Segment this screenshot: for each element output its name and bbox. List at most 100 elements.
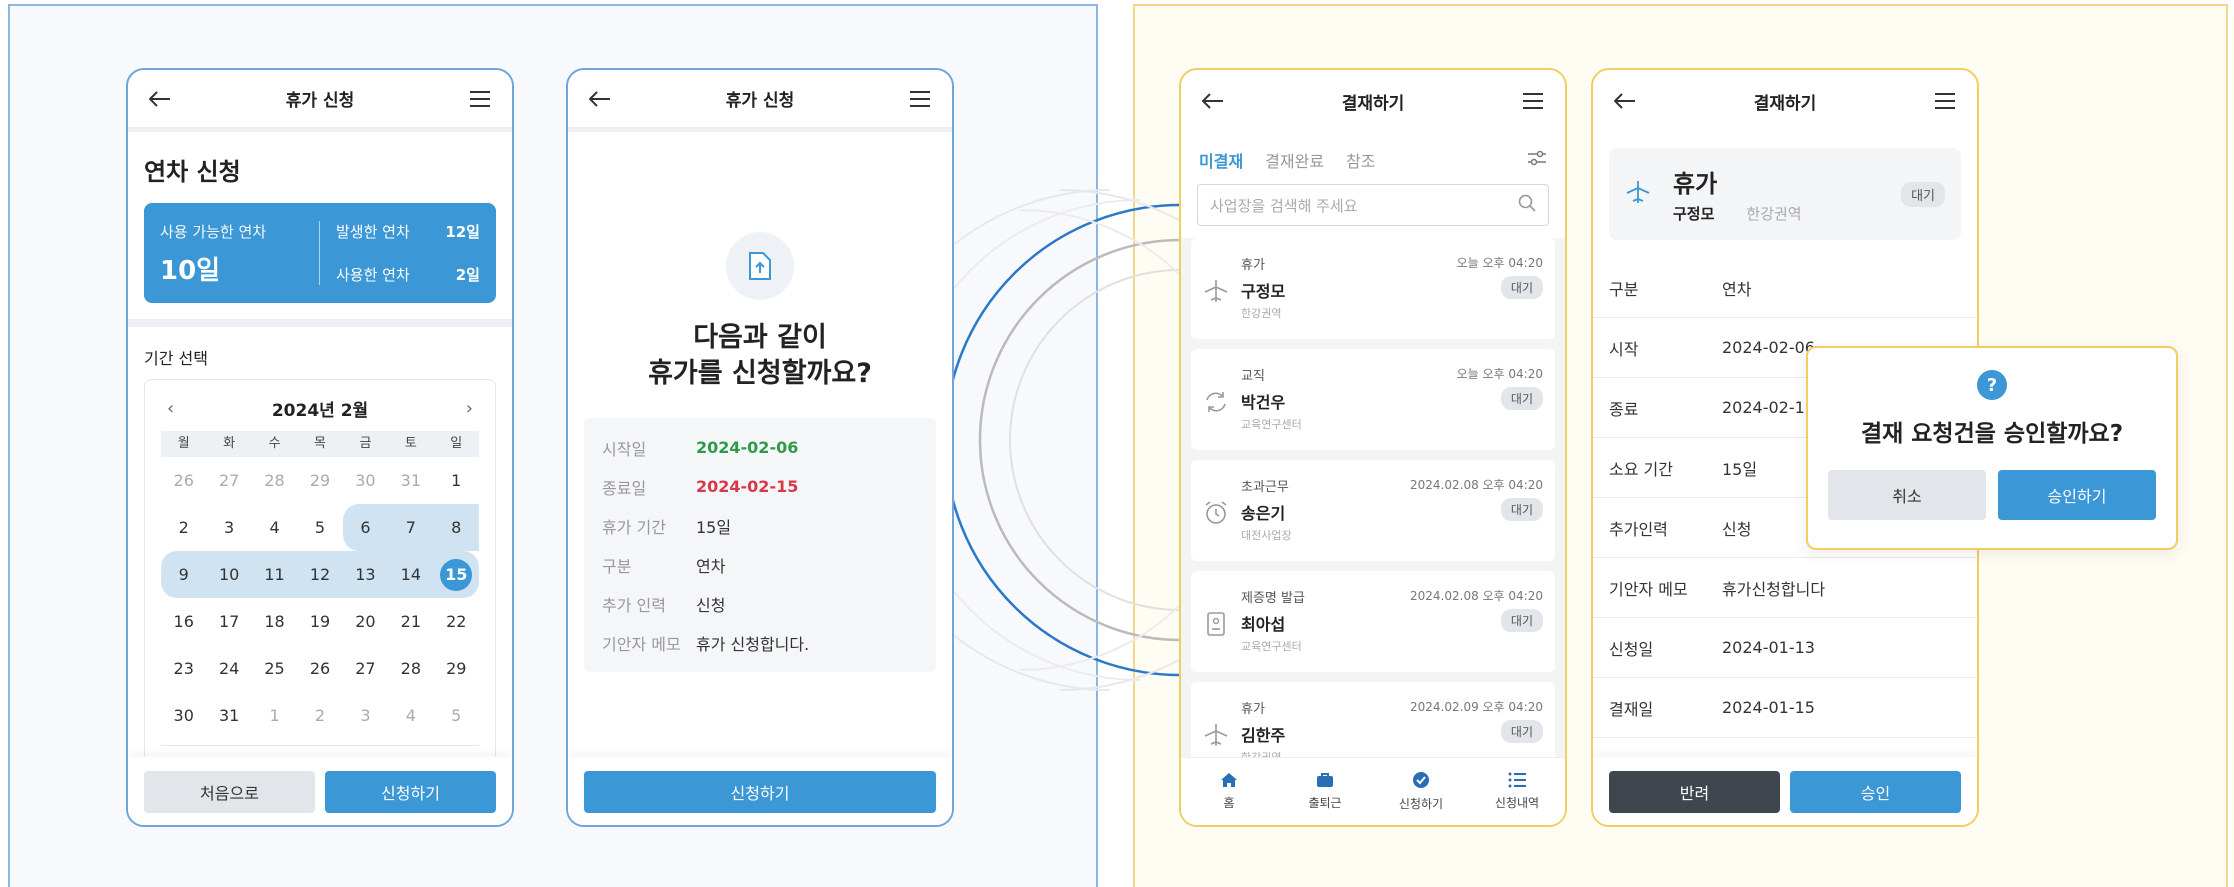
tab-reference[interactable]: 참조 [1346,148,1375,172]
calendar-day[interactable]: 22 [434,598,479,645]
calendar-day[interactable]: 16 [161,598,206,645]
list-item[interactable]: 휴가 구정모 한강권역 오늘 오후 04:20 대기 [1191,238,1555,339]
calendar-day-number: 5 [451,706,462,725]
calendar-day[interactable]: 14 [388,551,434,598]
menu-icon[interactable] [1521,89,1545,113]
calendar-day[interactable]: 30 [343,457,388,504]
calendar-day[interactable]: 11 [251,551,298,598]
calendar-day[interactable]: 7 [388,504,434,551]
calendar-day-number: 10 [218,565,240,584]
tabbar-history[interactable]: 신청내역 [1469,758,1565,825]
calendar-day[interactable]: 29 [297,457,342,504]
calendar-day[interactable]: 19 [297,598,342,645]
calendar-day[interactable]: 2 [161,504,206,551]
summary-row: 기안자 메모 휴가 신청합니다. [602,623,918,662]
list-item[interactable]: 교직 박건우 교육연구센터 오늘 오후 04:20 대기 [1191,349,1555,450]
calendar-day[interactable]: 26 [161,457,206,504]
calendar-day[interactable]: 21 [388,598,433,645]
calendar-day[interactable]: 13 [342,551,389,598]
back-arrow-icon[interactable] [1201,89,1225,113]
search-icon[interactable] [1518,194,1536,216]
calendar-day[interactable]: 30 [161,692,206,739]
calendar-day[interactable]: 27 [206,457,251,504]
prev-month-icon[interactable]: ‹ [167,398,174,419]
filter-icon[interactable] [1527,150,1547,170]
menu-icon[interactable] [468,87,492,111]
calendar-day[interactable]: 17 [206,598,251,645]
weekday-header: 화 [206,431,252,457]
calendar-day-number: 5 [314,518,326,537]
tabbar-home[interactable]: 홈 [1181,758,1277,825]
calendar-day[interactable]: 6 [342,504,389,551]
calendar-day[interactable]: 29 [434,645,479,692]
calendar-day[interactable]: 20 [343,598,388,645]
calendar-day-number: 3 [360,706,371,725]
topbar: 결재하기 [1181,70,1565,132]
calendar-day[interactable]: 1 [252,692,297,739]
tabbar-label: 홈 [1223,796,1235,810]
calendar-day[interactable]: 1 [434,457,479,504]
calendar-day-number: 9 [178,565,189,584]
document-meta: 구정모 한강권역 [1673,203,1802,224]
back-arrow-icon[interactable] [588,87,612,111]
calendar-day[interactable]: 5 [297,504,342,551]
calendar-day[interactable]: 18 [252,598,297,645]
next-month-icon[interactable]: › [466,398,473,419]
tab-completed[interactable]: 결재완료 [1265,148,1324,172]
calendar-day[interactable]: 12 [297,551,343,598]
calendar-day[interactable]: 9 [161,551,207,598]
calendar-day[interactable]: 4 [388,692,433,739]
calendar-day[interactable]: 8 [433,504,479,551]
calendar-day[interactable]: 31 [206,692,251,739]
calendar-day[interactable]: 4 [252,504,297,551]
calendar-day[interactable]: 25 [252,645,297,692]
detail-value: 신청 [1722,519,1752,539]
calendar-day[interactable]: 23 [161,645,206,692]
approve-button[interactable]: 승인 [1790,771,1961,813]
calendar-day[interactable]: 27 [343,645,388,692]
list-item[interactable]: 제증명 발급 최아섭 교육연구센터 2024.02.08 오후 04:20 대기 [1191,571,1555,672]
issued-row: 발생한 연차 12일 [336,221,480,242]
topbar: 결재하기 [1593,70,1977,132]
submit-button[interactable]: 신청하기 [584,771,936,813]
calendar-day[interactable]: 5 [434,692,479,739]
page-title: 휴가 신청 [725,91,795,111]
calendar-day[interactable]: 28 [252,457,297,504]
search-input[interactable]: 사업장을 검색해 주세요 [1197,184,1549,226]
back-arrow-icon[interactable] [148,87,172,111]
status-badge: 대기 [1500,276,1543,299]
airplane-icon [1625,179,1673,209]
tabbar-label: 출퇴근 [1308,796,1342,810]
calendar-day[interactable]: 3 [343,692,388,739]
confirm-approve-button[interactable]: 승인하기 [1998,470,2156,520]
tabbar-apply[interactable]: 신청하기 [1373,758,1469,825]
reject-button[interactable]: 반려 [1609,771,1780,813]
tab-pending[interactable]: 미결재 [1199,148,1243,172]
detail-key: 추가인력 [1609,519,1668,539]
menu-icon[interactable] [908,87,932,111]
calendar-day[interactable]: 28 [388,645,433,692]
tabbar-commute[interactable]: 출퇴근 [1277,758,1373,825]
calendar-day[interactable]: 24 [206,645,251,692]
available-leave: 사용 가능한 연차 10일 [160,221,320,286]
summary-row: 휴가 기간 15일 [602,506,918,545]
dialog-actions: 취소 승인하기 [1828,470,2156,520]
issued-label: 발생한 연차 [336,223,410,241]
calendar-day[interactable]: 26 [297,645,342,692]
menu-icon[interactable] [1933,89,1957,113]
calendar-day-number: 4 [405,706,416,725]
list-icon [1508,772,1526,788]
calendar-day[interactable]: 2 [297,692,342,739]
calendar-day[interactable]: 31 [388,457,433,504]
calendar-day-selected-end[interactable]: 15 [433,551,479,598]
calendar-day[interactable]: 3 [206,504,251,551]
status-badge: 대기 [1500,498,1543,521]
back-arrow-icon[interactable] [1613,89,1637,113]
summary-key: 추가 인력 [602,595,666,615]
reset-button[interactable]: 처음으로 [144,771,315,813]
cancel-button[interactable]: 취소 [1828,470,1986,520]
list-item[interactable]: 초과근무 송은기 대전사업장 2024.02.08 오후 04:20 대기 [1191,460,1555,561]
issued-value: 12일 [445,223,480,241]
submit-button[interactable]: 신청하기 [325,771,496,813]
calendar-day[interactable]: 10 [206,551,252,598]
